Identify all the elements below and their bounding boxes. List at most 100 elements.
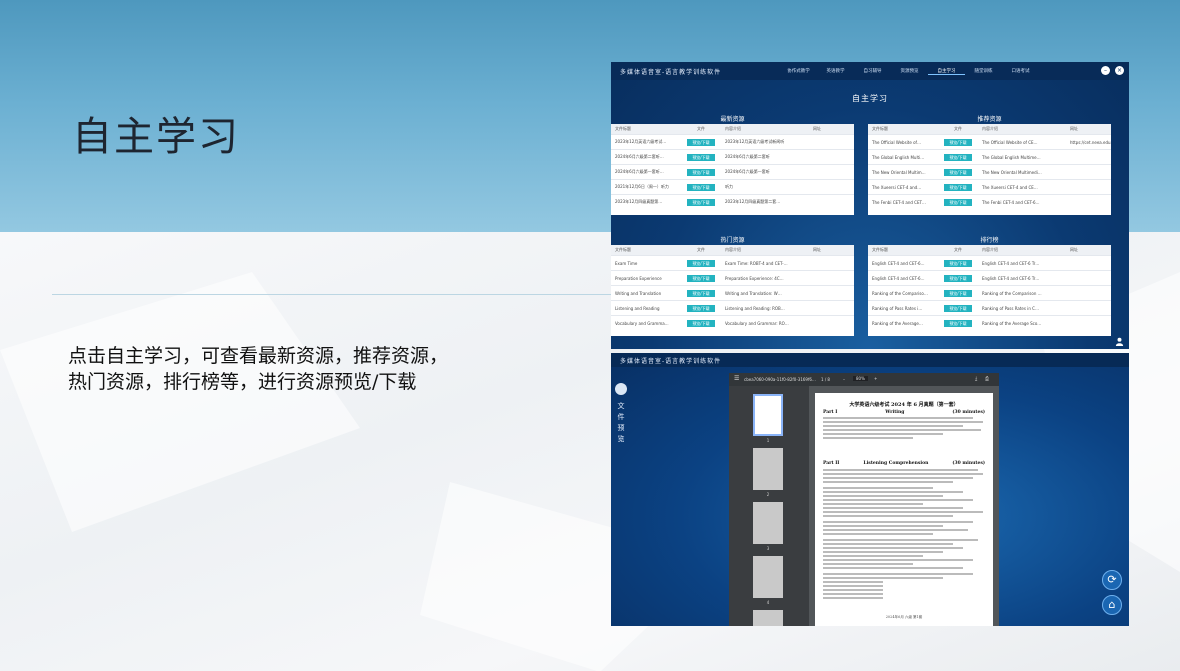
pdf-viewer: ☰ cbea7060-090a-11f0-82f0-3169f6… 1 / 8 … [729,373,999,626]
table-row: 2023年12月四级真题第… 预览/下载 2023年12月四级真题第二套… [611,194,854,209]
file-cell: 预览/下载 [938,183,978,191]
text-line [823,521,973,523]
zoom-level[interactable]: 80% [853,376,868,381]
url-cell[interactable]: https://cet.neea.edu.cn/ [1066,140,1111,145]
content-intro: The Official Website of CE… [982,139,1038,145]
part2-heading: Part II Listening Comprehension (30 minu… [823,461,985,466]
doc-title: 大学英语六级考试 2024 年 6 月真题（第一套） [849,402,959,408]
preview-download-button[interactable]: 预览/下载 [687,319,715,327]
preview-download-button[interactable]: 预览/下载 [944,319,972,327]
preview-download-button[interactable]: 预览/下载 [687,168,715,176]
column-header: 文件 [697,126,705,131]
preview-download-button[interactable]: 预览/下载 [944,259,972,267]
column-header: 网址 [813,126,821,131]
preview-download-button[interactable]: 预览/下载 [944,274,972,282]
text-line [823,515,953,517]
preview-download-button[interactable]: 预览/下载 [687,259,715,267]
home-icon[interactable]: ⌂ [1102,595,1122,615]
content-intro: 2023年12月英语六级考试新闻听 [725,139,785,144]
table-row: Exam Time 预览/下载 Exam Time: ROBT-4 and CET-… [611,255,854,270]
file-cell: 预览/下载 [681,198,721,206]
minimize-icon[interactable]: – [1101,66,1110,75]
document-page: 大学英语六级考试 2024 年 6 月真题（第一套） Part I Writin… [815,393,993,626]
preview-download-button[interactable]: 预览/下载 [687,183,715,191]
table-header: 文件标题 文件 内容介绍 网址 [868,124,1111,134]
refresh-icon[interactable]: ⟳ [1102,570,1122,590]
preview-download-button[interactable]: 预览/下载 [944,304,972,312]
preview-download-button[interactable]: 预览/下载 [944,153,972,161]
text-line [823,425,963,427]
nav-item-english[interactable]: 英语教学 [817,68,854,75]
panel-title-ranking: 排行榜 [980,237,999,244]
page-thumbnail[interactable] [753,394,783,436]
preview-download-button[interactable]: 预览/下载 [944,289,972,297]
download-icon[interactable]: ⤓ [975,376,977,382]
preview-download-button[interactable]: 预览/下载 [687,153,715,161]
column-header: 内容介绍 [982,126,998,131]
text-line [823,559,973,561]
content-intro: The Xueersi CET-4 and CE… [982,184,1038,190]
text-line [823,543,953,545]
text-line [823,539,978,541]
close-icon[interactable]: × [1115,66,1124,75]
nav-item-oral-exam[interactable]: 口语考试 [1002,68,1039,75]
user-icon[interactable] [1115,337,1124,346]
text-line [823,573,973,575]
nav-item-self-tutor[interactable]: 自习辅导 [854,68,891,75]
column-header: 文件标题 [872,126,888,131]
preview-download-button[interactable]: 预览/下载 [687,274,715,282]
content-intro: The New Oriental Multimedi… [982,169,1042,175]
file-title: 2023年12月英语六级考试… [615,139,667,144]
preview-icon[interactable] [615,383,627,395]
table-row: Listening and Reading 预览/下载 Listening and … [611,300,854,315]
page-thumbnail[interactable] [753,502,783,544]
table-row: Ranking of the Compariso… 预览/下载 Ranking of… [868,285,1111,300]
nav-item-collab[interactable]: 协作式教学 [780,68,817,75]
nav-item-self-study[interactable]: 自主学习 [928,68,965,75]
file-title: The Xueersi CET-4 and… [872,184,922,190]
preview-download-button[interactable]: 预览/下载 [944,138,972,146]
preview-download-button[interactable]: 预览/下载 [944,198,972,206]
page-thumbnail[interactable] [753,610,783,626]
ranking-panel: 文件标题 文件 内容介绍 网址 English CET-4 and CET-6… 预览/下… [868,245,1111,336]
zoom-out-icon[interactable]: – [843,377,845,382]
text-line [823,581,883,583]
app-brand: 多媒体语音室-语言教学训练软件 [620,68,722,76]
preview-download-button[interactable]: 预览/下载 [687,289,715,297]
column-header: 内容介绍 [725,126,741,131]
nav-item-resource-preview[interactable]: 资源预览 [891,68,928,75]
file-title: The Fenbi CET-4 and CET… [872,199,926,205]
page-thumbnail[interactable] [753,556,783,598]
menu-icon[interactable]: ☰ [734,375,739,382]
page-thumbnail[interactable] [753,448,783,490]
file-cell: 预览/下载 [681,138,721,146]
preview-download-button[interactable]: 预览/下载 [687,304,715,312]
file-preview-screenshot: 多媒体语音室-语言教学训练软件 文件预览 ☰ cbea7060-090a-11f… [611,353,1129,626]
column-header: 内容介绍 [982,247,998,252]
nav-item-quiz[interactable]: 随堂训练 [965,68,1002,75]
slide-title: 自主学习 [72,114,240,160]
file-cell: 预览/下载 [938,198,978,206]
preview-download-button[interactable]: 预览/下载 [687,198,715,206]
text-line [823,525,943,527]
part1-heading: Part I Writing (30 minutes) [823,410,985,415]
preview-download-button[interactable]: 预览/下载 [944,183,972,191]
file-cell: 预览/下载 [938,138,978,146]
panel-title-recommended: 推荐资源 [977,116,1002,123]
print-icon[interactable]: ⎙ [985,376,989,382]
preview-download-button[interactable]: 预览/下载 [944,168,972,176]
column-header: 文件 [697,247,705,252]
zoom-in-icon[interactable]: + [874,376,877,381]
text-line [823,589,883,591]
preview-download-button[interactable]: 预览/下载 [687,138,715,146]
text-line [823,469,978,471]
file-title: Ranking of Pass Rates i… [872,305,923,311]
column-header: 文件标题 [615,247,631,252]
file-cell: 预览/下载 [681,304,721,312]
text-line [823,511,983,513]
column-header: 内容介绍 [725,247,741,252]
content-intro: 2024年6月六级第二套听 [725,154,770,159]
text-line [823,495,943,497]
text-line [823,503,923,505]
text-line [823,533,933,535]
